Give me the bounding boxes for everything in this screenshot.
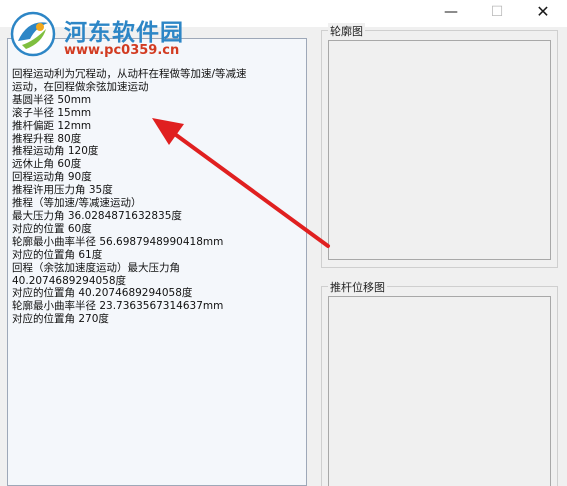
result-line: 推程运动角 120度 (12, 145, 99, 158)
result-line: 远休止角 60度 (12, 158, 82, 171)
result-line: 推程升程 80度 (12, 132, 82, 145)
result-line: 轮廓最小曲率半径 23.7363567314637mm (12, 300, 224, 313)
watermark-logo-icon (10, 11, 56, 57)
watermark-url: www.pc0359.cn (64, 43, 180, 58)
result-line: 推程（等加速/等减速运动） (12, 197, 142, 210)
displacement-groupbox: 推杆位移图 (321, 279, 558, 486)
results-text: 回程运动利为冗程动，从动杆在程做等加速/等减速 运动，在回程做余弦加速运动 基圆半径… (12, 68, 304, 326)
profile-groupbox: 轮廓图 (321, 23, 558, 268)
result-line: 对应的位置角 61度 (12, 248, 103, 261)
close-button[interactable]: ✕ (520, 0, 566, 24)
result-line: 对应的位置 60度 (12, 222, 92, 235)
result-line: 运动，在回程做余弦加速运动 (12, 80, 149, 93)
result-line: 回程运动利为冗程动，从动杆在程做等加速/等减速 (12, 68, 247, 80)
results-textbox[interactable]: 回程运动利为冗程动，从动杆在程做等加速/等减速 运动，在回程做余弦加速运动 基圆半径… (7, 38, 307, 486)
displacement-canvas (328, 296, 551, 486)
profile-group-title: 轮廓图 (328, 23, 365, 39)
result-line: 对应的位置角 270度 (12, 313, 109, 326)
result-line: 推程许用压力角 35度 (12, 184, 113, 197)
result-line: 推杆偏距 12mm (12, 119, 92, 132)
result-line: 基圆半径 50mm (12, 93, 92, 106)
displacement-group-title: 推杆位移图 (328, 279, 387, 295)
result-line: 滚子半径 15mm (12, 106, 92, 119)
result-line: 轮廓最小曲率半径 56.6987948990418mm (12, 235, 224, 248)
minimize-button[interactable]: — (428, 0, 474, 24)
result-line: 最大压力角 36.0284871632835度 (12, 209, 182, 222)
result-line: 回程（余弦加速度运动）最大压力角 (12, 261, 180, 274)
profile-canvas (328, 40, 551, 260)
maximize-button[interactable]: ☐ (474, 0, 520, 24)
result-line: 对应的位置角 40.2074689294058度 (12, 287, 193, 300)
result-line: 回程运动角 90度 (12, 171, 92, 184)
result-line: 40.2074689294058度 (12, 274, 127, 287)
watermark-site-name: 河东软件园 (64, 19, 184, 46)
